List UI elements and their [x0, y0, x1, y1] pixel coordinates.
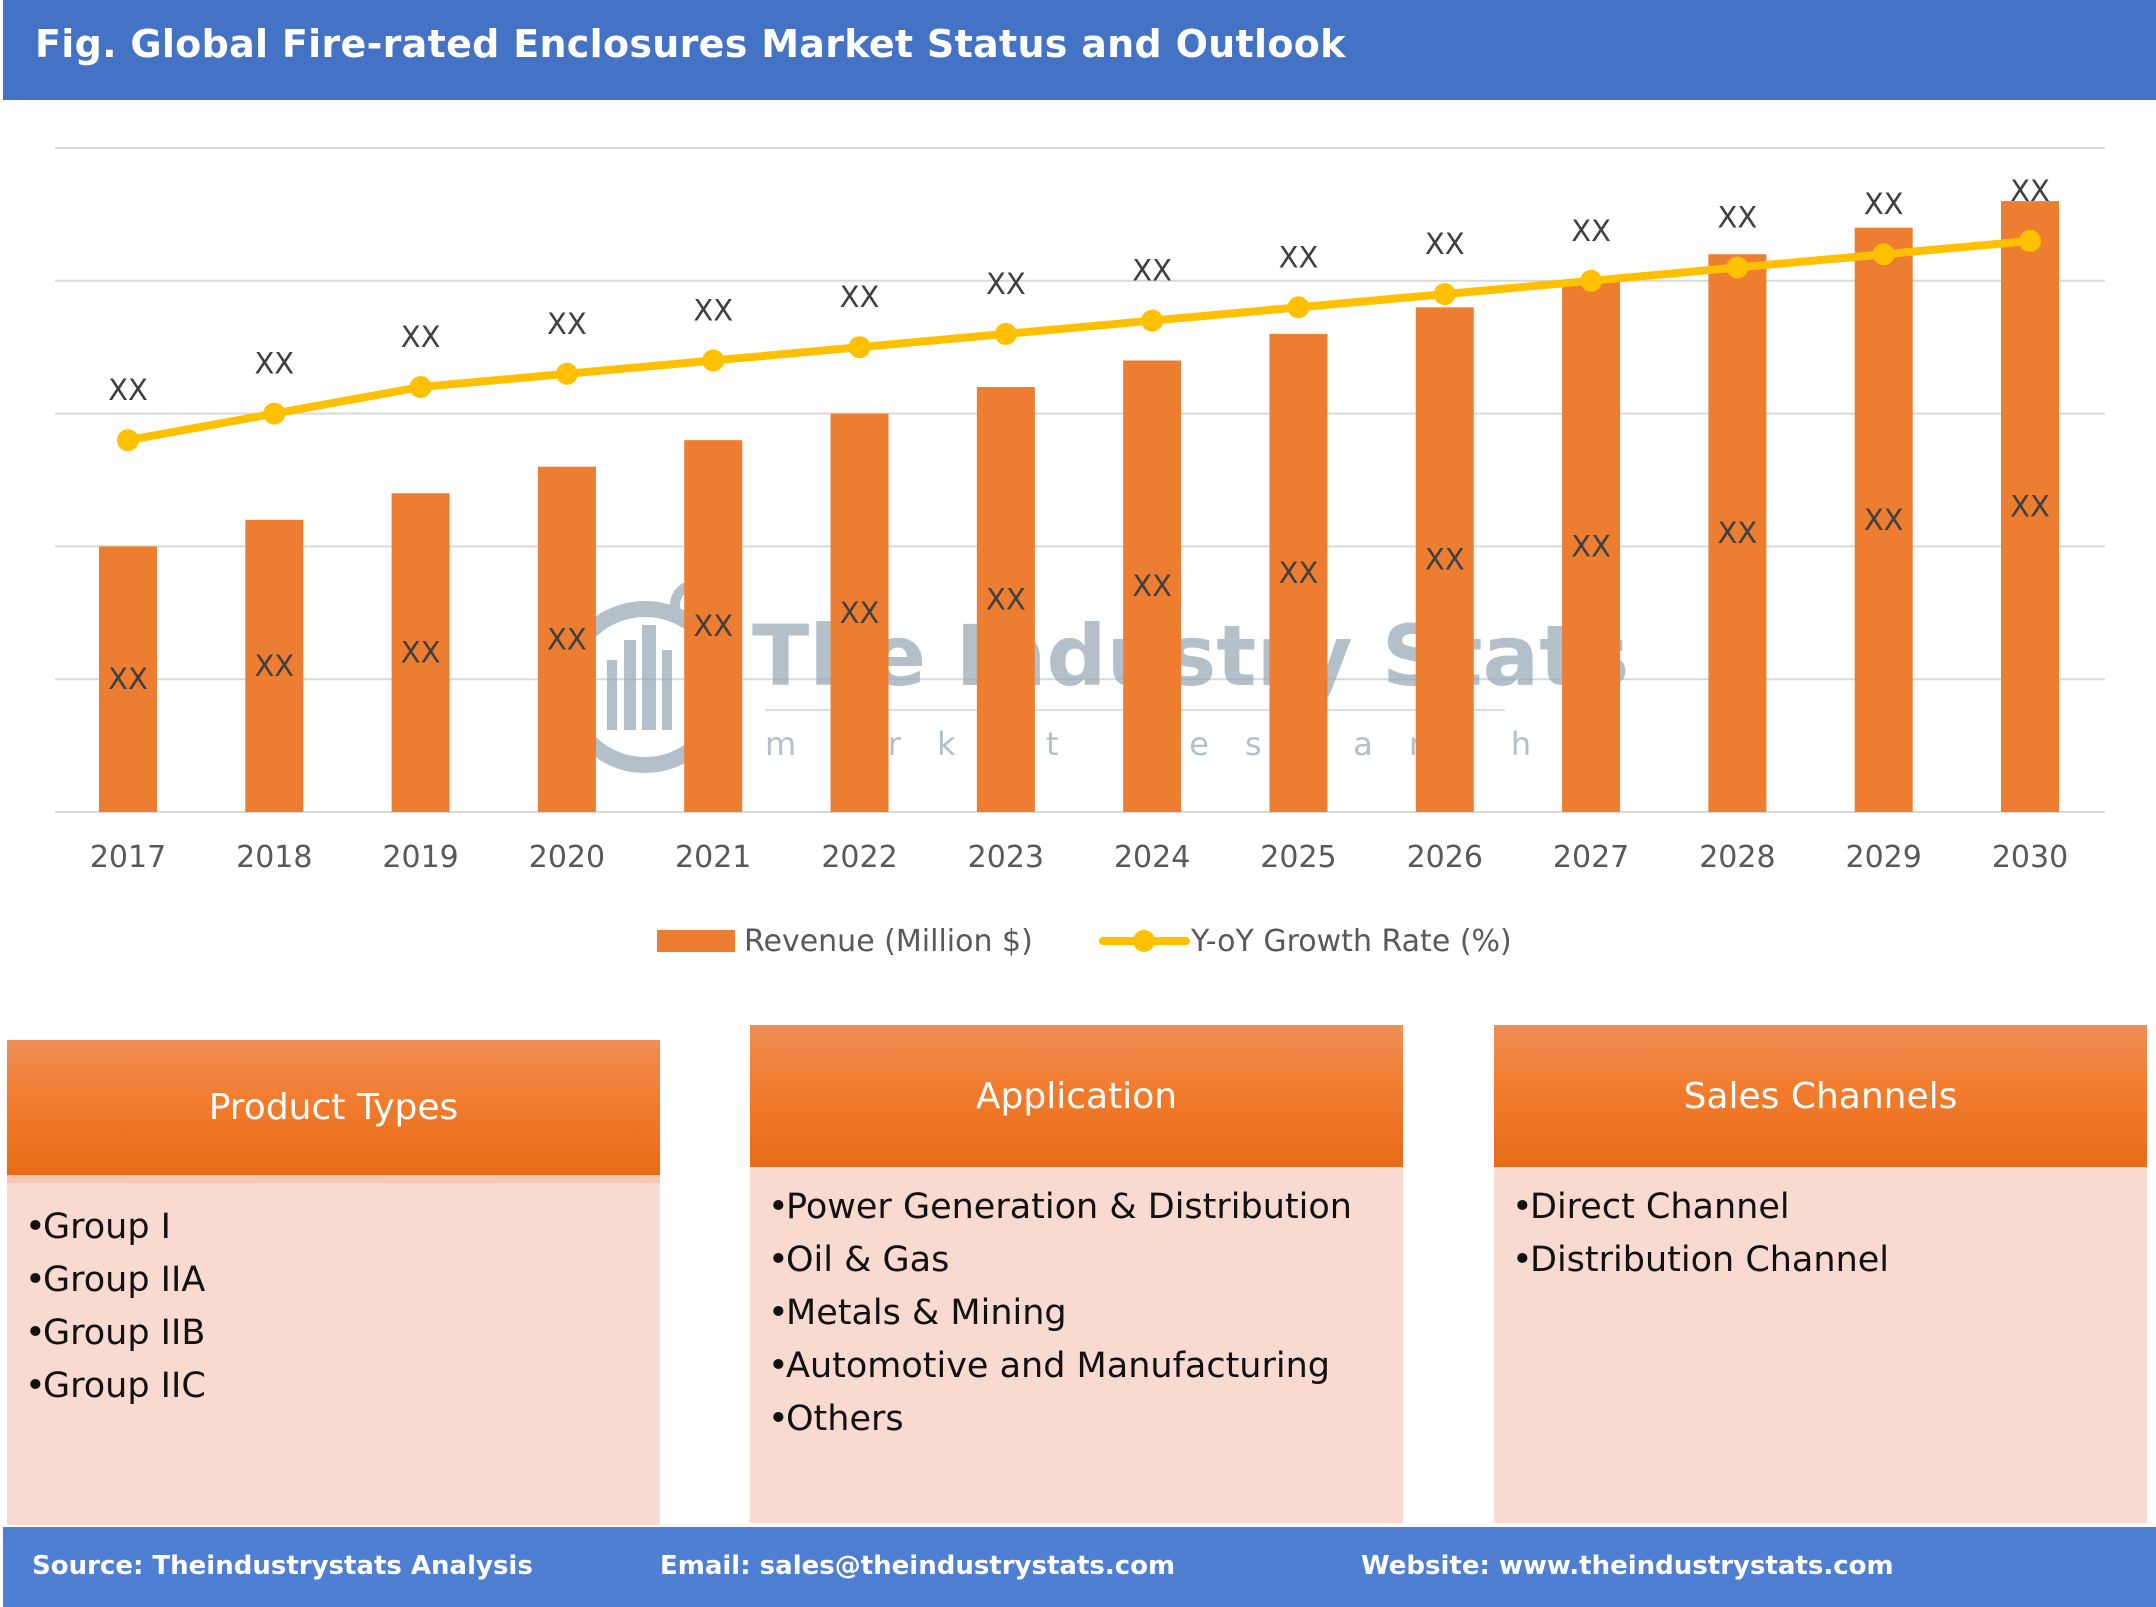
legend: Revenue (Million $) Y-oY Growth Rate (%): [657, 924, 1512, 959]
footer-source: Source: Theindustrystats Analysis: [32, 1551, 533, 1581]
growth-data-label: XX: [1425, 227, 1465, 261]
list-item: •Power Generation & Distribution: [768, 1187, 1352, 1227]
footer-bar: Source: Theindustrystats Analysis Email:…: [3, 1527, 2156, 1607]
revenue-data-label: XX: [254, 649, 294, 683]
growth-data-label: XX: [401, 320, 441, 354]
x-tick-label: 2019: [382, 840, 458, 875]
growth-marker: [1287, 296, 1310, 319]
x-tick-label: 2025: [1260, 840, 1336, 875]
growth-data-label: XX: [1718, 201, 1758, 235]
x-tick-label: 2029: [1846, 840, 1922, 875]
segment-title: Product Types: [208, 1087, 459, 1128]
market-chart: The Industry Stats market research XX XX X…: [55, 147, 2105, 959]
segment-header: Application: [750, 1025, 1403, 1167]
growth-marker: [2019, 229, 2041, 252]
growth-marker: [1872, 243, 1895, 266]
revenue-data-label: XX: [1571, 529, 1611, 563]
segment-title: Sales Channels: [1683, 1075, 1958, 1117]
segment-list: •Direct Channel •Distribution Channel: [1494, 1167, 2147, 1287]
legend-revenue-swatch: [657, 930, 735, 952]
growth-marker: [702, 349, 725, 372]
growth-marker: [1580, 269, 1603, 292]
x-tick-label: 2022: [821, 840, 897, 875]
revenue-data-label: XX: [1718, 516, 1758, 550]
growth-marker: [409, 376, 432, 399]
legend-growth-label: Y-oY Growth Rate (%): [1190, 924, 1512, 959]
x-tick-label: 2030: [1992, 840, 2068, 875]
segment-body: •Direct Channel •Distribution Channel: [1494, 1167, 2147, 1523]
list-item: •Distribution Channel: [1512, 1240, 1890, 1280]
legend-revenue-label: Revenue (Million $): [744, 924, 1033, 959]
x-tick-label: 2020: [529, 840, 605, 875]
segment-box-sales-channels: Sales Channels •Direct Channel •Distribu…: [1494, 1025, 2147, 1523]
growth-marker: [994, 322, 1017, 345]
growth-data-label: XX: [1864, 187, 1904, 221]
page-title: Fig. Global Fire-rated Enclosures Market…: [35, 22, 1346, 66]
list-item: •Automotive and Manufacturing: [768, 1346, 1331, 1386]
growth-marker: [848, 336, 871, 359]
growth-data-label: XX: [693, 293, 733, 327]
list-item: •Group IIC: [25, 1366, 206, 1406]
growth-data-label: XX: [547, 307, 587, 341]
revenue-data-label: XX: [2010, 490, 2050, 524]
list-item: •Group IIB: [25, 1313, 206, 1353]
x-tick-label: 2018: [236, 840, 312, 875]
revenue-data-label: XX: [1425, 543, 1465, 577]
segment-title: Application: [975, 1075, 1178, 1117]
revenue-data-label: XX: [840, 596, 880, 630]
growth-marker: [117, 429, 139, 452]
growth-data-label: XX: [1279, 240, 1319, 274]
revenue-data-label: XX: [693, 609, 733, 643]
growth-marker: [1433, 283, 1456, 306]
growth-marker: [263, 402, 286, 425]
segment-list: •Group I •Group IIA •Group IIB •Group II…: [7, 1183, 660, 1413]
title-banner: Fig. Global Fire-rated Enclosures Market…: [3, 0, 2156, 100]
x-tick-label: 2028: [1699, 840, 1775, 875]
growth-data-label: XX: [1571, 214, 1611, 248]
revenue-data-label: XX: [1132, 569, 1172, 603]
revenue-data-label: XX: [1864, 503, 1904, 537]
x-tick-label: 2021: [675, 840, 751, 875]
x-tick-label: 2024: [1114, 840, 1190, 875]
x-axis-tick-labels: 2017 2018 2019 2020 2021 2022 2023 2024 2025 2026…: [90, 840, 2068, 875]
growth-data-label: XX: [2010, 174, 2050, 208]
list-item: •Metals & Mining: [768, 1293, 1067, 1333]
growth-data-label: XX: [1132, 254, 1172, 288]
revenue-data-label: XX: [401, 636, 441, 670]
x-tick-label: 2026: [1407, 840, 1483, 875]
growth-data-label: XX: [986, 267, 1026, 301]
revenue-data-label: XX: [108, 662, 148, 696]
gridlines: [55, 147, 2105, 813]
legend-growth-marker: [1133, 930, 1155, 952]
segment-body: •Power Generation & Distribution •Oil & …: [750, 1167, 1403, 1523]
list-item: •Group I: [25, 1207, 172, 1247]
growth-marker: [555, 362, 578, 385]
revenue-data-label: XX: [986, 583, 1026, 617]
list-item: •Oil & Gas: [768, 1240, 950, 1280]
list-item: •Group IIA: [25, 1260, 206, 1300]
segment-box-application: Application •Power Generation & Distribu…: [750, 1025, 1403, 1523]
list-item: •Direct Channel: [1512, 1187, 1790, 1227]
x-tick-label: 2017: [90, 840, 166, 875]
revenue-data-label: XX: [547, 622, 587, 656]
growth-marker: [1141, 309, 1164, 332]
footer-website[interactable]: Website: www.theindustrystats.com: [1361, 1551, 1894, 1581]
x-tick-label: 2023: [968, 840, 1044, 875]
growth-data-label: XX: [108, 373, 148, 407]
revenue-data-label: XX: [1279, 556, 1319, 590]
growth-marker: [1726, 256, 1749, 279]
x-tick-label: 2027: [1553, 840, 1629, 875]
growth-data-label: XX: [840, 280, 880, 314]
segment-body: •Group I •Group IIA •Group IIB •Group II…: [7, 1175, 660, 1525]
list-item: •Others: [768, 1399, 904, 1439]
segment-header: Sales Channels: [1494, 1025, 2147, 1167]
segment-list: •Power Generation & Distribution •Oil & …: [750, 1167, 1403, 1446]
growth-data-label: XX: [254, 347, 294, 381]
footer-email[interactable]: Email: sales@theindustrystats.com: [660, 1551, 1175, 1581]
revenue-bars: [99, 201, 2059, 813]
segment-box-product-types: Product Types •Group I •Group IIA •Group…: [7, 1040, 660, 1525]
segment-header: Product Types: [7, 1040, 660, 1175]
